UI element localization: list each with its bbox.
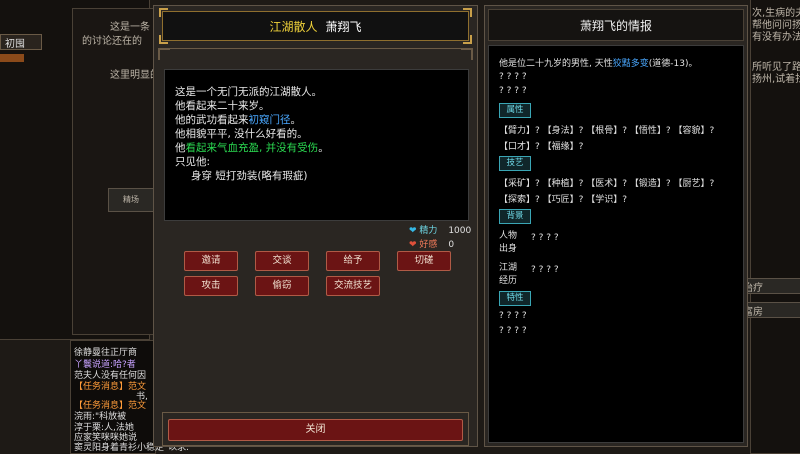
skill-row: 【采矿】? 【种植】? 【医术】? 【锻造】? 【厨艺】?: [499, 179, 715, 189]
attack-button[interactable]: 攻击: [184, 276, 238, 296]
close-button[interactable]: 关闭: [168, 419, 463, 441]
health-status-highlight: 看起来气血充盈, 并没有受伤: [185, 142, 319, 154]
heart-icon: ❤: [409, 240, 417, 250]
energy-label: 精力: [419, 226, 438, 236]
frame-corner: [463, 35, 472, 44]
history-value: ? ? ? ?: [531, 265, 559, 275]
description-line: 他相貌平平, 没什么好看的。: [175, 128, 308, 140]
frame-corner: [463, 8, 472, 17]
character-intro: 他是位二十九岁的男性, 天性狡黠多变(道德-13)。: [499, 59, 698, 69]
section-background-tag: 背景: [499, 209, 531, 224]
background-action-button[interactable]: 治疗: [740, 278, 800, 294]
description-line: 他看起来二十来岁。: [175, 100, 270, 112]
talk-button[interactable]: 交谈: [255, 251, 309, 271]
info-title-bar: 萧翔飞的情报: [488, 9, 744, 41]
attribute-row: 【口才】? 【福缘】?: [499, 142, 584, 152]
description-line: 他的武功看起来初窥门径。: [175, 114, 301, 126]
spar-button[interactable]: 切磋: [397, 251, 451, 271]
background-location-button[interactable]: 初囤: [0, 34, 42, 50]
background-left-inner: [72, 8, 154, 335]
give-button[interactable]: 给予: [326, 251, 380, 271]
background-text: 的讨论还在的: [82, 36, 142, 47]
description-line: 只见他:: [175, 156, 211, 168]
trait-value: ? ? ? ?: [499, 326, 527, 336]
exchange-skill-button[interactable]: 交流技艺: [326, 276, 380, 296]
heart-icon: ❤: [409, 226, 417, 236]
frame-corner: [159, 35, 168, 44]
ornament-frame: [461, 48, 473, 60]
character-dialog: 江湖散人 萧翔飞 这是一个无门无派的江湖散人。 他看起来二十来岁。 他的武功看起…: [153, 5, 478, 447]
background-orange-bar: [0, 54, 24, 62]
character-info-panel: 萧翔飞的情报 他是位二十九岁的男性, 天性狡黠多变(道德-13)。 ? ? ? …: [484, 5, 748, 447]
background-text: 扬州,试着找到: [752, 74, 800, 85]
character-title-tag: 江湖散人: [269, 19, 318, 34]
history-label: 经历: [499, 276, 518, 286]
skill-row: 【探索】? 【巧匠】? 【学识】?: [499, 195, 628, 205]
steal-button[interactable]: 偷窃: [255, 276, 309, 296]
background-text: 这是一条: [110, 22, 150, 33]
favor-label: 好感: [419, 240, 438, 250]
background-location-button[interactable]: 精场: [108, 188, 154, 212]
energy-value: 1000: [448, 226, 472, 236]
energy-stat: ❤ 精力 1000: [409, 223, 471, 236]
trait-value: ? ? ? ?: [499, 311, 527, 321]
character-name: 萧翔飞: [325, 19, 362, 34]
invite-button[interactable]: 邀请: [184, 251, 238, 271]
dialog-title-bar: 江湖散人 萧翔飞: [159, 8, 472, 44]
background-text: 有没有办法救他: [752, 32, 800, 43]
martial-level-highlight: 初窥门径: [248, 114, 291, 126]
section-attributes-tag: 属性: [499, 103, 531, 118]
trait-highlight: 狡黠多变: [612, 59, 649, 69]
origin-label: 人物: [499, 231, 518, 241]
ornament-frame: [158, 48, 170, 60]
description-line: 身穿 短打劲装(略有瑕疵): [191, 170, 308, 182]
section-skills-tag: 技艺: [499, 156, 531, 171]
attribute-row: 【臂力】? 【身法】? 【根骨】? 【悟性】? 【容貌】?: [499, 126, 715, 136]
description-line: 他看起来气血充盈, 并没有受伤。: [175, 142, 329, 154]
frame-corner: [159, 8, 168, 17]
character-description-box: 这是一个无门无派的江湖散人。 他看起来二十来岁。 他的武功看起来初窥门径。 他相…: [164, 69, 469, 221]
info-content-box: 他是位二十九岁的男性, 天性狡黠多变(道德-13)。 ? ? ? ? ? ? ?…: [488, 45, 744, 443]
origin-value: ? ? ? ?: [531, 233, 559, 243]
unknown-value: ? ? ? ?: [499, 72, 527, 82]
info-title: 萧翔飞的情报: [579, 18, 652, 33]
origin-label: 出身: [499, 244, 518, 254]
unknown-value: ? ? ? ?: [499, 86, 527, 96]
description-line: 这是一个无门无派的江湖散人。: [175, 86, 322, 98]
section-traits-tag: 特性: [499, 291, 531, 306]
history-label: 江湖: [499, 263, 518, 273]
ornament-frame: [158, 48, 471, 65]
favor-stat: ❤ 好感 0: [409, 237, 454, 250]
background-action-button[interactable]: 富房: [740, 302, 800, 318]
favor-value: 0: [448, 240, 455, 250]
